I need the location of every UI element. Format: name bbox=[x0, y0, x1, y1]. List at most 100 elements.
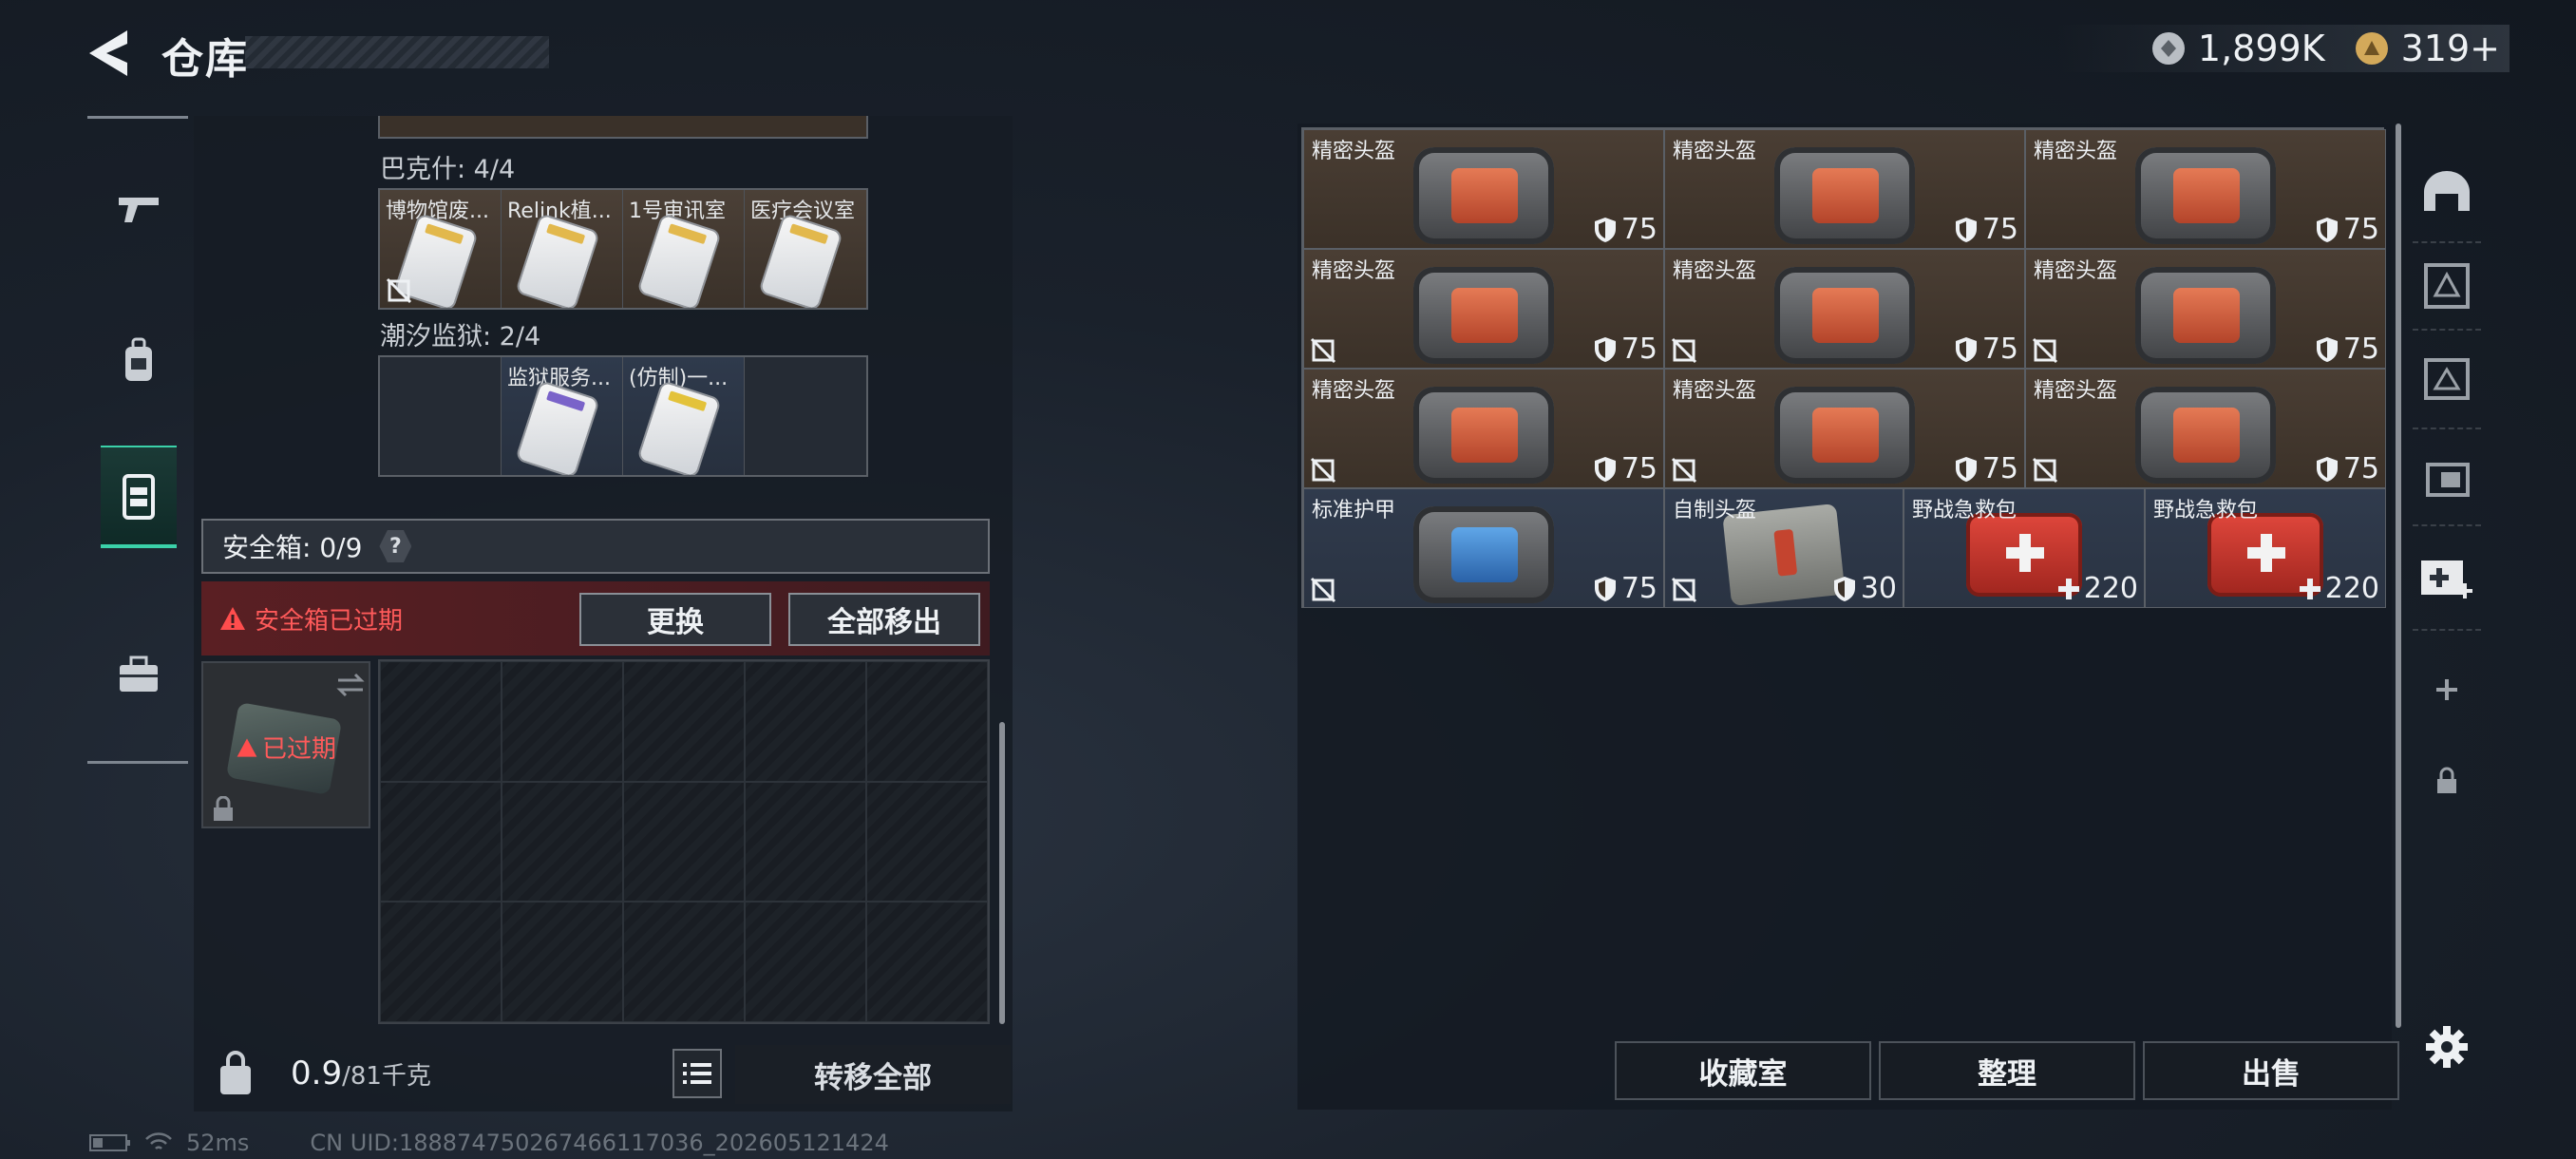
nav-armor-filter-2[interactable] bbox=[2413, 331, 2481, 429]
add-filter-button[interactable] bbox=[2413, 646, 2481, 733]
nav-chest-rig[interactable] bbox=[101, 446, 177, 548]
gear-icon bbox=[2426, 1026, 2468, 1068]
safe-box-label: 安全箱: 0/9 bbox=[222, 532, 363, 563]
replace-button[interactable]: 更换 bbox=[579, 593, 771, 646]
nav-backpack[interactable] bbox=[101, 318, 177, 404]
weight-value: 0.9/81千克 bbox=[291, 1054, 431, 1092]
right-scrollbar[interactable] bbox=[2396, 124, 2401, 1028]
item-value-text: 75 bbox=[1981, 452, 2018, 485]
settings-button[interactable] bbox=[2413, 1003, 2481, 1091]
safe-box-header: 安全箱: 0/9 ? bbox=[201, 519, 990, 574]
key-slot[interactable]: 1号审讯室 bbox=[623, 190, 745, 308]
nav-armor-filter-1[interactable] bbox=[2413, 243, 2481, 331]
nav-armor-filter-3[interactable] bbox=[2413, 429, 2481, 526]
gear-image bbox=[1774, 267, 1915, 365]
key-slot[interactable]: 博物馆废... bbox=[380, 190, 502, 308]
left-bottom-bar: 0.9/81千克 转移全部 bbox=[194, 1039, 1013, 1112]
inventory-item[interactable]: 野战急救包 220 bbox=[1904, 488, 2145, 608]
gear-image bbox=[1413, 387, 1554, 484]
gear-image bbox=[2135, 147, 2276, 245]
gold-coin-icon bbox=[2355, 32, 2388, 65]
item-value-text: 75 bbox=[1620, 452, 1657, 485]
toolbox-tab-icon bbox=[120, 656, 158, 692]
gear-image bbox=[1774, 147, 1915, 245]
no-insure-icon bbox=[2032, 337, 2058, 364]
help-button[interactable]: ? bbox=[379, 530, 412, 562]
sell-button[interactable]: 出售 bbox=[2143, 1041, 2399, 1100]
lock-filter-button[interactable] bbox=[2413, 737, 2481, 825]
inventory-item[interactable]: 精密头盔 75 bbox=[1303, 249, 1664, 369]
item-value-text: 75 bbox=[2342, 452, 2379, 485]
item-value-text: 220 bbox=[2083, 572, 2138, 605]
inventory-item[interactable]: 标准护甲 75 bbox=[1303, 488, 1664, 608]
item-name: 野战急救包 bbox=[1912, 499, 2017, 522]
item-value-text: 75 bbox=[1981, 213, 2018, 246]
item-value: 75 bbox=[1954, 452, 2018, 485]
gear-image bbox=[1413, 147, 1554, 245]
inventory-item[interactable]: 精密头盔 75 bbox=[2025, 369, 2386, 488]
item-value-text: 75 bbox=[1620, 332, 1657, 366]
armor-filter-icon-3 bbox=[2426, 463, 2470, 497]
key-slot-empty[interactable] bbox=[380, 357, 502, 475]
armor-filter-icon-2 bbox=[2424, 358, 2470, 400]
heal-icon bbox=[2299, 578, 2320, 599]
nav-medkit-filter[interactable] bbox=[2413, 526, 2481, 631]
left-scrollbar[interactable] bbox=[999, 722, 1005, 1024]
key-slot[interactable]: (仿制)一... bbox=[623, 357, 745, 475]
key-name: 医疗会议室 bbox=[750, 200, 856, 223]
swap-icon bbox=[336, 673, 365, 697]
gear-image bbox=[1413, 267, 1554, 365]
key-slot[interactable]: 监狱服务... bbox=[502, 357, 623, 475]
inventory-item[interactable]: 自制头盔 30 bbox=[1664, 488, 1904, 608]
organize-button[interactable]: 整理 bbox=[1879, 1041, 2135, 1100]
title-decoration bbox=[245, 36, 549, 68]
remove-all-button[interactable]: 全部移出 bbox=[788, 593, 980, 646]
inventory-item[interactable]: 精密头盔 75 bbox=[2025, 129, 2386, 249]
weight-current: 0.9 bbox=[291, 1054, 343, 1092]
item-name: 精密头盔 bbox=[1673, 140, 1757, 163]
shield-icon bbox=[1594, 217, 1616, 242]
inventory-item[interactable]: 精密头盔 75 bbox=[1664, 249, 2025, 369]
collection-room-button[interactable]: 收藏室 bbox=[1615, 1041, 1871, 1100]
inventory-item[interactable]: 精密头盔 75 bbox=[1664, 369, 2025, 488]
item-name: 标准护甲 bbox=[1312, 499, 1396, 522]
safe-box-grid bbox=[378, 659, 990, 1024]
back-arrow-icon bbox=[89, 30, 127, 76]
list-view-button[interactable] bbox=[672, 1049, 722, 1098]
silver-coin-icon bbox=[2151, 32, 2185, 65]
transfer-all-button[interactable]: 转移全部 bbox=[735, 1045, 1011, 1104]
inventory-item[interactable]: 精密头盔 75 bbox=[1303, 129, 1664, 249]
key-name: 监狱服务... bbox=[507, 367, 611, 390]
weapon-tab-icon bbox=[119, 198, 159, 222]
back-button[interactable] bbox=[85, 27, 135, 80]
shield-icon bbox=[1955, 217, 1977, 242]
nav-weapon[interactable] bbox=[101, 166, 177, 252]
wifi-icon bbox=[145, 1132, 172, 1150]
nav-toolbox[interactable] bbox=[101, 632, 177, 717]
shield-icon bbox=[1833, 576, 1855, 601]
item-name: 精密头盔 bbox=[2034, 140, 2118, 163]
expired-text: 安全箱已过期 bbox=[255, 606, 404, 636]
inventory-item[interactable]: 精密头盔 75 bbox=[1303, 369, 1664, 488]
shield-icon bbox=[1594, 456, 1616, 482]
add-icon bbox=[2436, 679, 2457, 700]
battery-icon bbox=[89, 1134, 130, 1151]
key-slot[interactable]: Relink植... bbox=[502, 190, 623, 308]
warning-icon bbox=[237, 737, 257, 757]
item-name: 精密头盔 bbox=[1673, 259, 1757, 283]
inventory-item[interactable]: 野战急救包 220 bbox=[2145, 488, 2386, 608]
weight-max: /81千克 bbox=[342, 1062, 431, 1091]
nav-helmet-filter[interactable] bbox=[2413, 144, 2481, 243]
backpack-tab-icon bbox=[125, 337, 152, 381]
key-slot[interactable]: 医疗会议室 bbox=[745, 190, 866, 308]
item-value: 75 bbox=[1593, 452, 1657, 485]
key-slot-empty[interactable] bbox=[745, 357, 866, 475]
inventory-item[interactable]: 精密头盔 75 bbox=[2025, 249, 2386, 369]
lock-icon bbox=[2437, 767, 2456, 793]
item-value: 75 bbox=[1593, 332, 1657, 366]
keycard-icon bbox=[517, 215, 598, 308]
gear-image bbox=[2135, 267, 2276, 365]
inventory-item[interactable]: 精密头盔 75 bbox=[1664, 129, 2025, 249]
safe-box-slot[interactable]: 已过期 bbox=[201, 661, 370, 828]
item-name: 精密头盔 bbox=[1312, 379, 1396, 403]
